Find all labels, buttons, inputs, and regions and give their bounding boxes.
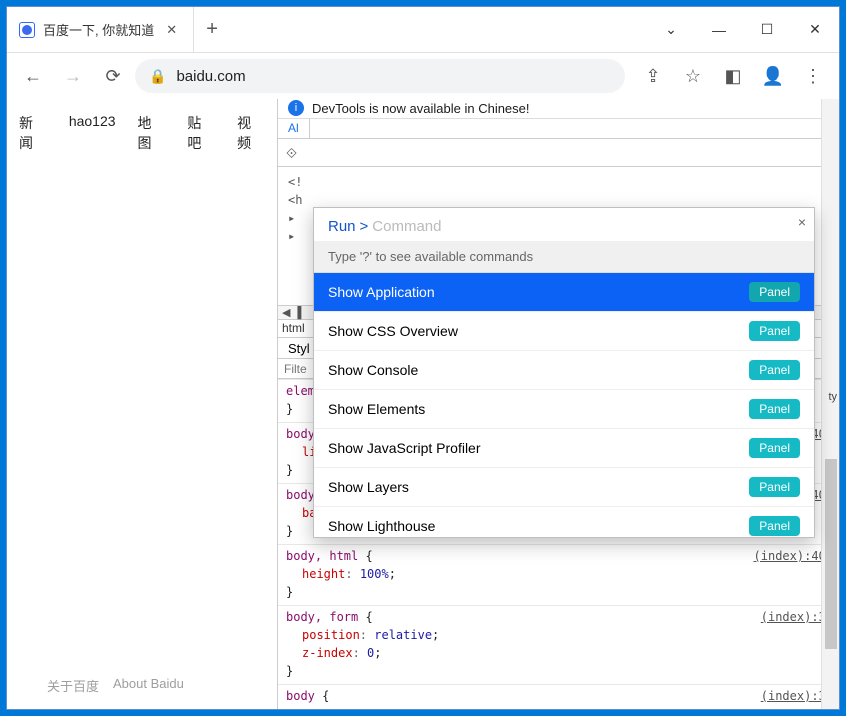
page-footer: 关于百度 About Baidu <box>7 662 277 709</box>
devtools-tab-partial[interactable]: Al <box>278 119 310 138</box>
command-item-badge: Panel <box>749 282 800 302</box>
tab-favicon-icon <box>19 22 35 38</box>
profile-button[interactable]: 👤 <box>755 58 791 94</box>
lock-icon: 🔒 <box>149 68 166 85</box>
share-button[interactable]: ⇪ <box>635 58 671 94</box>
style-rule[interactable]: (index):31body, form {position: relative… <box>278 605 839 684</box>
command-tip: Type '?' to see available commands <box>314 241 814 273</box>
command-item-label: Show CSS Overview <box>328 323 458 339</box>
window-dropdown-button[interactable]: ⌄ <box>647 7 695 52</box>
page-footer-link[interactable]: 关于百度 <box>47 676 99 695</box>
info-icon: i <box>288 100 304 116</box>
command-item-badge: Panel <box>749 438 800 458</box>
devtools-info-banner[interactable]: i DevTools is now available in Chinese! <box>278 99 839 119</box>
command-menu-close-button[interactable]: × <box>798 214 806 230</box>
command-item-label: Show Console <box>328 362 418 378</box>
url-text: baidu.com <box>176 68 611 85</box>
command-list[interactable]: Show Application Panel Show CSS Overview Pa… <box>314 273 814 537</box>
page-nav-link[interactable]: hao123 <box>69 113 116 153</box>
command-item-label: Show Lighthouse <box>328 518 435 534</box>
style-rule[interactable]: (index):404body, html {height: 100%;} <box>278 544 839 605</box>
window-controls: ⌄ — ☐ ✕ <box>647 7 839 52</box>
element-picker-icon[interactable]: ⟐ <box>278 139 305 168</box>
main-area: 新闻 hao123 地图贴吧视频 关于百度 About Baidu i DevTool… <box>7 99 839 709</box>
window-maximize-button[interactable]: ☐ <box>743 7 791 52</box>
command-item-badge: Panel <box>749 516 800 536</box>
command-item-label: Show Elements <box>328 401 425 417</box>
page-nav-link[interactable]: 贴吧 <box>187 113 215 153</box>
command-item-badge: Panel <box>749 321 800 341</box>
command-item[interactable]: Show Console Panel <box>314 351 814 390</box>
address-bar: ← → ⟳ 🔒 baidu.com ⇪ ☆ ◧ 👤 ⋮ <box>7 53 839 99</box>
bookmark-button[interactable]: ☆ <box>675 58 711 94</box>
page-content: 新闻 hao123 地图贴吧视频 关于百度 About Baidu <box>7 99 277 709</box>
devtools-tabstrip: Al <box>278 119 839 139</box>
command-item-label: Show Application <box>328 284 435 300</box>
devtools-drawer-scrollbar[interactable] <box>821 99 839 709</box>
page-nav-link[interactable]: 新闻 <box>19 113 47 153</box>
browser-menu-button[interactable]: ⋮ <box>795 58 831 94</box>
command-item[interactable]: Show Application Panel <box>314 273 814 312</box>
command-item[interactable]: Show JavaScript Profiler Panel <box>314 429 814 468</box>
command-run-label: Run <box>328 218 356 235</box>
command-menu-input[interactable]: Run > Command <box>314 208 814 241</box>
command-item[interactable]: Show CSS Overview Panel <box>314 312 814 351</box>
page-nav-link[interactable]: 地图 <box>138 113 166 153</box>
nav-back-button[interactable]: ← <box>15 58 51 94</box>
side-panel-button[interactable]: ◧ <box>715 58 751 94</box>
command-item-label: Show Layers <box>328 479 409 495</box>
command-item[interactable]: Show Elements Panel <box>314 390 814 429</box>
command-item-label: Show JavaScript Profiler <box>328 440 481 456</box>
command-item[interactable]: Show Lighthouse Panel <box>314 507 814 537</box>
page-nav: 新闻 hao123 地图贴吧视频 <box>7 99 277 167</box>
titlebar: 百度一下, 你就知道 ✕ + ⌄ — ☐ ✕ <box>7 7 839 53</box>
window-close-button[interactable]: ✕ <box>791 7 839 52</box>
command-item[interactable]: Show Layers Panel <box>314 468 814 507</box>
chevron-right-icon: > <box>360 218 369 235</box>
page-nav-link[interactable]: 视频 <box>237 113 265 153</box>
command-item-badge: Panel <box>749 360 800 380</box>
tab-title: 百度一下, 你就知道 <box>43 20 154 39</box>
command-item-badge: Panel <box>749 477 800 497</box>
command-placeholder: Command <box>372 218 441 235</box>
command-item-badge: Panel <box>749 399 800 419</box>
page-footer-link[interactable]: About Baidu <box>113 676 184 695</box>
omnibox[interactable]: 🔒 baidu.com <box>135 59 625 93</box>
command-menu: × Run > Command Type '?' to see availabl… <box>313 207 815 538</box>
browser-tab[interactable]: 百度一下, 你就知道 ✕ <box>7 7 194 52</box>
nav-forward-button: → <box>55 58 91 94</box>
devtools-tree-toolbar: ⟐ <box>278 139 839 167</box>
elements-tree-snippet: <!<h▸▸ <box>288 173 302 245</box>
window-minimize-button[interactable]: — <box>695 7 743 52</box>
browser-window: 百度一下, 你就知道 ✕ + ⌄ — ☐ ✕ ← → ⟳ 🔒 baidu.com… <box>6 6 840 710</box>
nav-reload-button[interactable]: ⟳ <box>95 58 131 94</box>
info-banner-text: DevTools is now available in Chinese! <box>312 101 530 116</box>
new-tab-button[interactable]: + <box>194 7 230 52</box>
tab-close-icon[interactable]: ✕ <box>162 22 181 38</box>
style-rule[interactable]: (index):30body { <box>278 684 839 709</box>
devtools-side-cutoff-text: ty <box>828 391 837 403</box>
